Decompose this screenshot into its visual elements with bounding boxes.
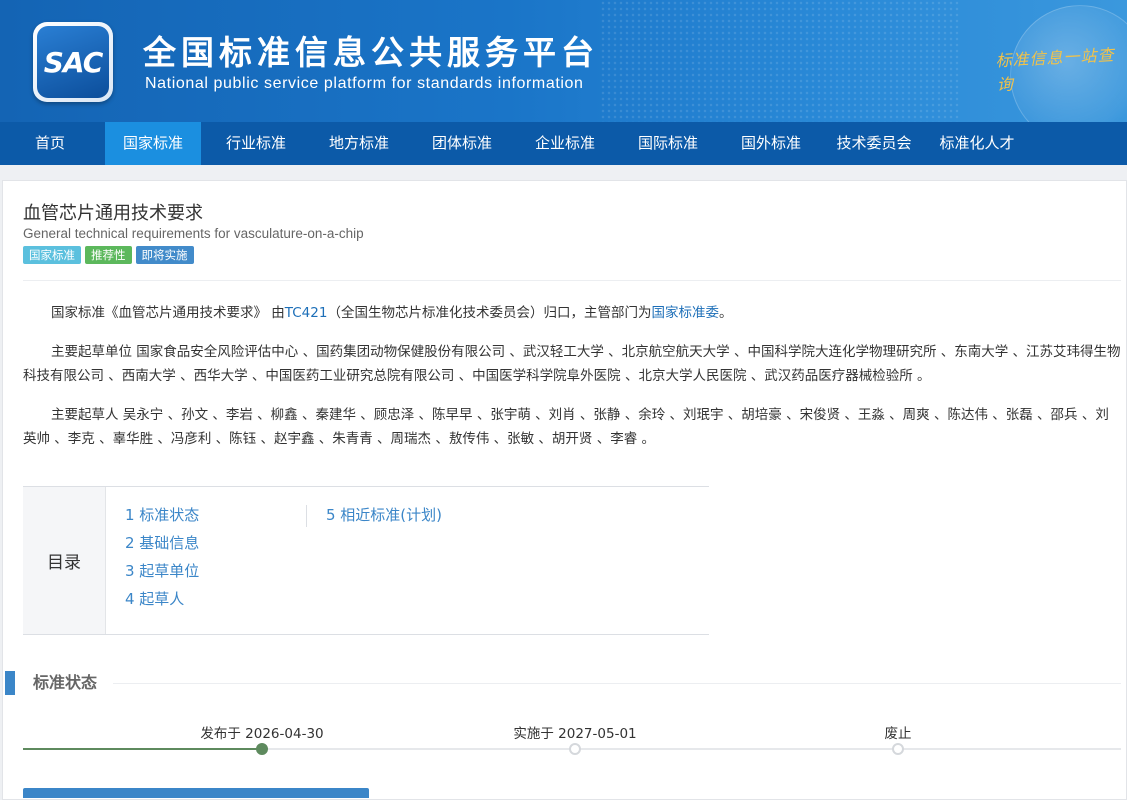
timeline-label-abolished: 废止 xyxy=(884,726,912,742)
timeline-progress xyxy=(23,748,263,750)
timeline-label-implemented: 实施于 2027-05-01 xyxy=(513,726,637,742)
intro-prefix: 国家标准《血管芯片通用技术要求》 由 xyxy=(51,305,285,321)
nav-home[interactable]: 首页 xyxy=(0,122,100,165)
main-nav: 首页 国家标准 行业标准 地方标准 团体标准 企业标准 国际标准 国外标准 技术… xyxy=(0,122,1127,165)
header-banner: SAC 全国标准信息公共服务平台 National public service… xyxy=(0,0,1127,122)
tag-national: 国家标准 xyxy=(23,246,81,264)
toc-column-1: 1 标准状态 2 基础信息 3 起草单位 4 起草人 xyxy=(125,503,199,615)
intro-middle: （全国生物芯片标准化技术委员会）归口，主管部门为 xyxy=(327,305,652,321)
intro-paragraph: 国家标准《血管芯片通用技术要求》 由TC421（全国生物芯片标准化技术委员会）归… xyxy=(23,301,1121,325)
nav-group-standards[interactable]: 团体标准 xyxy=(412,122,512,165)
intro-suffix: 。 xyxy=(718,305,733,321)
nav-enterprise-standards[interactable]: 企业标准 xyxy=(515,122,615,165)
toc-link-drafters[interactable]: 4 起草人 xyxy=(125,587,199,615)
timeline-label-published: 发布于 2026-04-30 xyxy=(200,726,324,742)
divider xyxy=(23,280,1121,281)
toc-heading: 目录 xyxy=(23,487,106,634)
dept-link[interactable]: 国家标准委 xyxy=(651,305,719,321)
nav-talent[interactable]: 标准化人才 xyxy=(927,122,1027,165)
nav-foreign-standards[interactable]: 国外标准 xyxy=(721,122,821,165)
tag-recommended: 推荐性 xyxy=(85,246,132,264)
toc-link-drafting-units[interactable]: 3 起草单位 xyxy=(125,559,199,587)
toc-link-similar-standards[interactable]: 5 相近标准(计划) xyxy=(326,503,442,531)
toc-separator xyxy=(306,505,307,527)
slogan: 标准信息一站查询 xyxy=(995,45,1115,95)
timeline-dot-implemented xyxy=(569,743,581,755)
nav-technical-committees[interactable]: 技术委员会 xyxy=(824,122,924,165)
status-section-title: 标准状态 xyxy=(33,673,98,692)
tc-link[interactable]: TC421 xyxy=(285,305,328,321)
next-section-bar xyxy=(23,788,369,798)
world-map-decoration xyxy=(600,0,960,122)
timeline-dot-abolished xyxy=(892,743,904,755)
standard-title: 血管芯片通用技术要求 xyxy=(23,203,203,224)
site-title: 全国标准信息公共服务平台 xyxy=(143,33,599,72)
table-of-contents: 目录 1 标准状态 2 基础信息 3 起草单位 4 起草人 5 相近标准(计划) xyxy=(23,486,709,635)
sac-logo[interactable]: SAC xyxy=(33,22,113,102)
nav-industry-standards[interactable]: 行业标准 xyxy=(206,122,306,165)
nav-international-standards[interactable]: 国际标准 xyxy=(618,122,718,165)
toc-column-2: 5 相近标准(计划) xyxy=(326,503,442,531)
logo-text: SAC xyxy=(43,45,104,79)
drafters-paragraph: 主要起草人 吴永宁 、孙文 、李岩 、柳鑫 、秦建华 、顾忠泽 、陈早早 、张宇… xyxy=(23,407,1109,447)
timeline-dot-published xyxy=(256,743,268,755)
site-subtitle: National public service platform for sta… xyxy=(145,75,584,92)
toc-link-status[interactable]: 1 标准状态 xyxy=(125,503,199,531)
drafting-units-paragraph: 主要起草单位 国家食品安全风险评估中心 、国药集团动物保健股份有限公司 、武汉轻… xyxy=(23,344,1121,384)
tag-upcoming: 即将实施 xyxy=(135,246,194,264)
section-marker xyxy=(5,671,15,695)
section-divider xyxy=(113,683,1121,684)
nav-local-standards[interactable]: 地方标准 xyxy=(309,122,409,165)
toc-link-basic-info[interactable]: 2 基础信息 xyxy=(125,531,199,559)
nav-national-standards[interactable]: 国家标准 xyxy=(105,122,201,165)
tag-group: 国家标准 推荐性 即将实施 xyxy=(23,246,194,264)
standard-title-en: General technical requirements for vascu… xyxy=(23,226,364,241)
standard-detail-card: 血管芯片通用技术要求 General technical requirement… xyxy=(2,180,1127,800)
